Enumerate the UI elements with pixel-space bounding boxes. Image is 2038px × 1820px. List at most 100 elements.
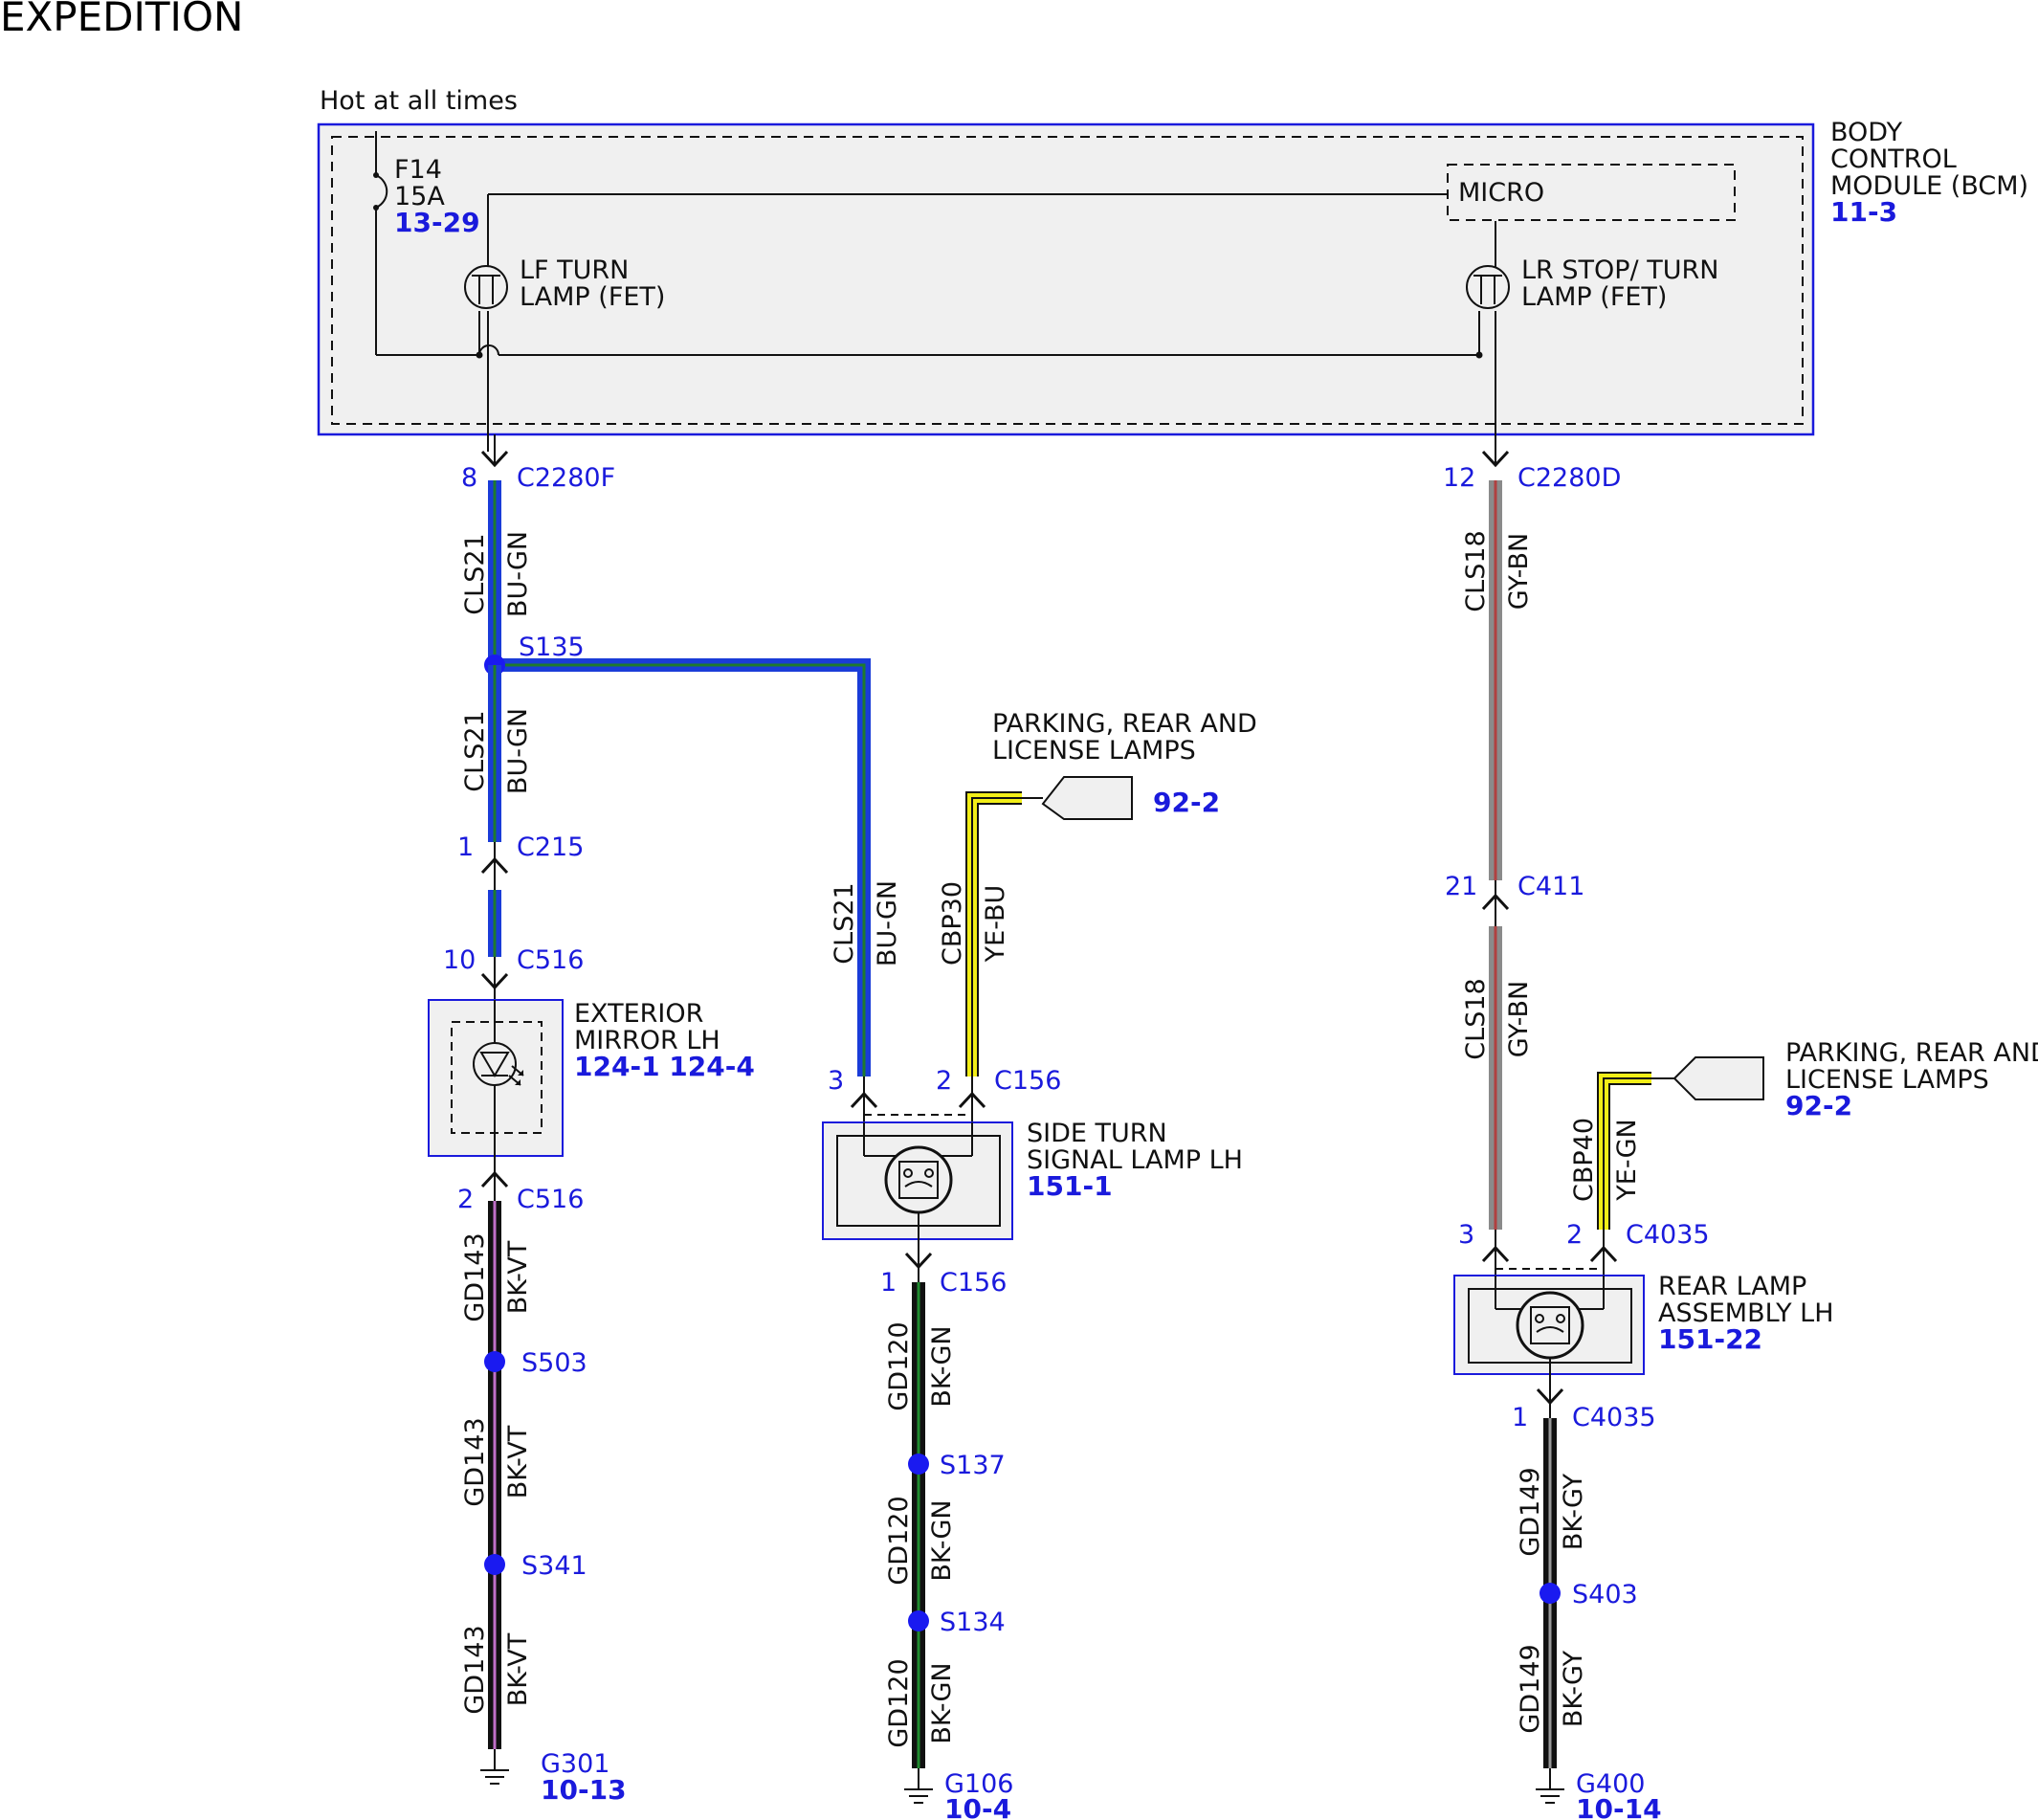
connector-c2280f-arrow (480, 434, 509, 468)
svg-text:GD143: GD143 (460, 1232, 490, 1321)
lf-fet-label-1: LF TURN (520, 255, 629, 285)
fuse-name: F14 (394, 155, 442, 185)
ground-g301-icon (480, 1749, 509, 1785)
micro-label: MICRO (1458, 178, 1544, 208)
svg-text:GD149: GD149 (1516, 1644, 1545, 1733)
c215-pin: 1 (457, 832, 474, 862)
wire-color-bk-gy-2: BK-GY (1559, 1650, 1588, 1727)
c516a-name: C516 (517, 945, 584, 975)
parking-2-label-1: PARKING, REAR AND (1785, 1038, 2038, 1068)
svg-text:YE-BU: YE-BU (981, 885, 1010, 964)
svg-text:GD120: GD120 (884, 1658, 914, 1747)
c411-name: C411 (1517, 872, 1584, 901)
parking-1-ref: 92-2 (1153, 787, 1220, 818)
svg-text:CBP40: CBP40 (1569, 1118, 1599, 1202)
svg-text:BK-GN: BK-GN (927, 1662, 957, 1743)
splice-s137-dot (908, 1454, 929, 1475)
hot-at-all-times-label: Hot at all times (320, 86, 518, 116)
c4035a-name: C4035 (1626, 1220, 1710, 1250)
c516b-name: C516 (517, 1185, 584, 1214)
side-lamp-ref: 151-1 (1027, 1170, 1113, 1202)
splice-s134-dot (908, 1610, 929, 1631)
ground-g106-icon (904, 1768, 933, 1804)
svg-text:CLS18: CLS18 (1461, 978, 1491, 1059)
svg-text:CLS18: CLS18 (1461, 530, 1491, 611)
c4035b-pin: 1 (1512, 1403, 1528, 1432)
lf-turn-fet-icon (464, 265, 508, 309)
wire-color-gy-bn-2: GY-BN (1504, 981, 1534, 1057)
c411-pin: 21 (1445, 872, 1477, 901)
wire-color-bk-gn-1: BK-GN (927, 1325, 957, 1407)
side-lamp-label-1: SIDE TURN (1027, 1119, 1167, 1148)
lr-stop-turn-fet-icon (1466, 265, 1510, 309)
connector-c516a-arrow (480, 957, 509, 1000)
svg-text:BU-GN: BU-GN (503, 531, 533, 617)
wire-color-bk-gy-1: BK-GY (1559, 1473, 1588, 1550)
ground-g301-ref: 10-13 (541, 1774, 627, 1806)
wire-label-cls21-1: CLS21 (460, 533, 490, 614)
svg-text:BU-GN: BU-GN (873, 880, 902, 966)
splice-s134-label: S134 (940, 1608, 1006, 1637)
svg-text:BK-GY: BK-GY (1559, 1473, 1588, 1550)
svg-text:BK-VT: BK-VT (503, 1425, 533, 1498)
c4035a-pin-3: 3 (1458, 1220, 1474, 1250)
wire-label-gd149-1: GD149 (1516, 1467, 1545, 1556)
wire-label-cls21-3: CLS21 (830, 882, 859, 964)
svg-text:GD149: GD149 (1516, 1467, 1545, 1556)
wire-color-ye-gn: YE-GN (1612, 1119, 1642, 1201)
wire-color-bk-gn-2: BK-GN (927, 1499, 957, 1581)
wire-color-bu-gn-3: BU-GN (873, 880, 902, 966)
svg-text:CLS21: CLS21 (460, 533, 490, 614)
fuse-ref: 13-29 (394, 207, 480, 238)
splice-s341-label: S341 (521, 1551, 587, 1581)
ground-g400-ref: 10-14 (1576, 1793, 1662, 1820)
connector-c215-arrow (480, 842, 509, 890)
diagram-title: EXPEDITION (0, 0, 243, 40)
svg-text:GD120: GD120 (884, 1321, 914, 1410)
svg-text:BK-VT: BK-VT (503, 1632, 533, 1706)
connector-c411-arrow (1481, 880, 1510, 926)
wire-color-bk-vt-2: BK-VT (503, 1425, 533, 1498)
wire-label-cls18-1: CLS18 (1461, 530, 1491, 611)
ground-g106-ref: 10-4 (944, 1793, 1011, 1820)
parking-1-label-1: PARKING, REAR AND (992, 709, 1257, 739)
splice-s403-dot (1540, 1583, 1561, 1604)
wire-color-gy-bn-1: GY-BN (1504, 533, 1534, 610)
svg-text:BU-GN: BU-GN (503, 708, 533, 794)
wire-label-gd149-2: GD149 (1516, 1644, 1545, 1733)
c156b-name: C156 (940, 1268, 1007, 1298)
connector-c2280d-arrow (1481, 434, 1510, 468)
rear-lamp-label-1: REAR LAMP (1658, 1272, 1806, 1301)
svg-text:GY-BN: GY-BN (1504, 533, 1534, 610)
svg-text:YE-GN: YE-GN (1612, 1119, 1642, 1201)
wire-label-cbp30: CBP30 (938, 881, 967, 965)
wire-color-bk-vt-1: BK-VT (503, 1240, 533, 1314)
svg-text:GY-BN: GY-BN (1504, 981, 1534, 1057)
c4035a-pin-2: 2 (1566, 1220, 1583, 1250)
mirror-label-1: EXTERIOR (574, 999, 703, 1029)
wire-color-bk-vt-3: BK-VT (503, 1632, 533, 1706)
c156a-name: C156 (994, 1066, 1061, 1096)
svg-text:CBP30: CBP30 (938, 881, 967, 965)
c2280f-pin: 8 (461, 463, 477, 493)
bcm-ref: 11-3 (1830, 196, 1897, 228)
c156a-pin-3: 3 (828, 1066, 844, 1096)
c156b-pin: 1 (880, 1268, 897, 1298)
rear-lamp-ref: 151-22 (1658, 1323, 1762, 1355)
wire-label-gd143-3: GD143 (460, 1625, 490, 1714)
ground-g400-icon (1536, 1768, 1564, 1804)
svg-text:CLS21: CLS21 (830, 882, 859, 964)
mirror-ref: 124-1 124-4 (574, 1051, 755, 1082)
bcm-label-1: BODY (1830, 118, 1903, 147)
c516b-pin: 2 (457, 1185, 474, 1214)
parking-1-connector-icon (1041, 776, 1133, 820)
wire-label-cls18-2: CLS18 (1461, 978, 1491, 1059)
svg-text:CLS21: CLS21 (460, 710, 490, 791)
svg-text:BK-GN: BK-GN (927, 1499, 957, 1581)
wire-label-cbp40: CBP40 (1569, 1118, 1599, 1202)
svg-text:BK-GN: BK-GN (927, 1325, 957, 1407)
splice-s135-label: S135 (519, 633, 585, 662)
parking-2-ref: 92-2 (1785, 1090, 1852, 1121)
c516a-pin: 10 (443, 945, 476, 975)
svg-text:GD143: GD143 (460, 1625, 490, 1714)
